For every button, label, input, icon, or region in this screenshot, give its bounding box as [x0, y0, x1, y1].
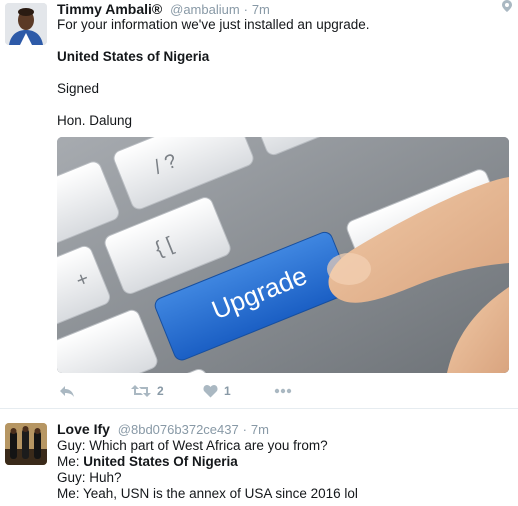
timestamp[interactable]: 7m [252, 2, 270, 17]
tweet-2: Love Ify @8bd076b372ce437 · 7m Guy: Whic… [0, 408, 518, 506]
more-button[interactable] [274, 381, 292, 401]
line-bold-text: United States Of Nigeria [83, 454, 238, 469]
author-handle[interactable]: @ambalium [170, 2, 240, 17]
retweet-icon [131, 385, 151, 397]
line-text: Me: [57, 454, 84, 469]
location-pin-icon[interactable] [502, 0, 512, 12]
line-text: Me: Yeah, USN is the annex of USA since … [57, 486, 358, 501]
separator-dot: · [242, 422, 247, 437]
author-name[interactable]: Timmy Ambali® [57, 1, 162, 17]
tweet-text-line: Me: Yeah, USN is the annex of USA since … [57, 486, 358, 502]
tweet-text-line: Hon. Dalung [57, 113, 133, 128]
retweet-count: 2 [157, 384, 164, 398]
tweet-header: Love Ify @8bd076b372ce437 · 7m [57, 421, 269, 438]
tweet-text-bold-line: United States of Nigeria [57, 49, 210, 64]
separator-dot: · [243, 2, 248, 17]
heart-icon [203, 385, 218, 398]
tweet-text-line: Guy: Which part of West Africa are you f… [57, 438, 328, 454]
tweet-text-line: Me: United States Of Nigeria [57, 454, 238, 470]
author-handle[interactable]: @8bd076b372ce437 [118, 422, 239, 437]
tweet-media-image[interactable]: Upgrade ctrl - + { [ / ? [57, 137, 509, 373]
line-text: Guy: Huh? [57, 470, 122, 485]
line-text: Guy: Which part of West Africa are you f… [57, 438, 328, 453]
tweet-text-line: Guy: Huh? [57, 470, 122, 486]
tweet-text-line: For your information we've just installe… [57, 17, 370, 32]
timestamp[interactable]: 7m [251, 422, 269, 437]
avatar[interactable] [5, 3, 47, 45]
tweet-header: Timmy Ambali® @ambalium · 7m [57, 1, 270, 18]
retweet-button[interactable]: 2 [131, 381, 164, 401]
more-dots-icon [274, 388, 292, 394]
tweet-1: Timmy Ambali® @ambalium · 7m For your in… [0, 0, 518, 408]
tweet-text-line: Signed [57, 81, 100, 96]
tweet-actions: 2 1 [57, 381, 357, 401]
reply-button[interactable] [59, 381, 75, 401]
reply-icon [60, 386, 74, 397]
avatar[interactable] [5, 423, 47, 465]
author-name[interactable]: Love Ify [57, 421, 110, 437]
like-button[interactable]: 1 [203, 381, 231, 401]
like-count: 1 [224, 384, 231, 398]
